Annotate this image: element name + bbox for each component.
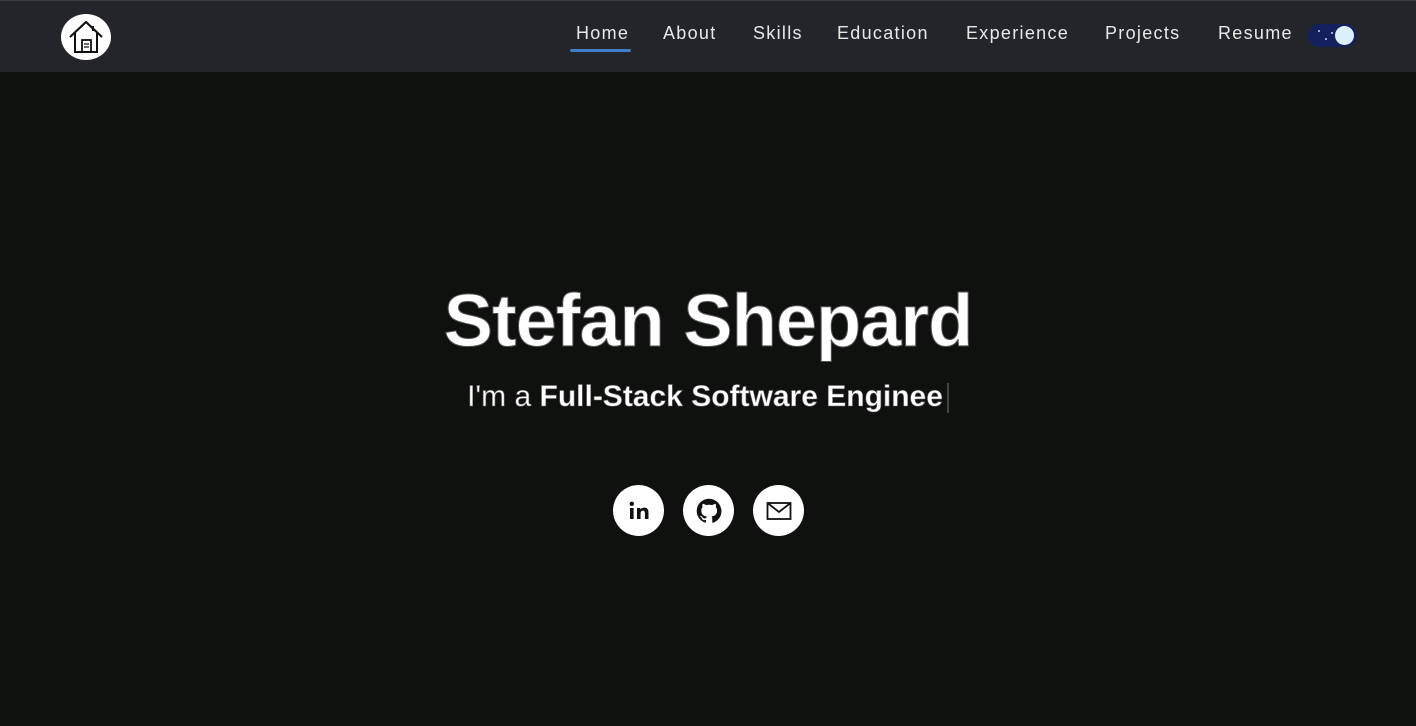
star-dot xyxy=(1331,32,1333,34)
subtitle-role: Full-Stack Software Enginee xyxy=(539,380,943,414)
navbar: Home About Skills Education Experience P… xyxy=(0,0,1416,72)
nav-resume[interactable]: Resume xyxy=(1218,23,1293,44)
nav-education[interactable]: Education xyxy=(837,23,929,44)
email-button[interactable] xyxy=(753,485,804,536)
hero-name: Stefan Shepard xyxy=(443,279,974,363)
toggle-knob xyxy=(1335,26,1354,45)
github-icon xyxy=(696,498,721,523)
nav-skills[interactable]: Skills xyxy=(753,23,803,44)
email-icon xyxy=(766,501,791,520)
linkedin-button[interactable] xyxy=(613,485,664,536)
github-button[interactable] xyxy=(683,485,734,536)
hero-subtitle: I'm a Full-Stack Software Enginee xyxy=(0,380,1416,414)
star-dot xyxy=(1325,38,1327,40)
linkedin-icon xyxy=(629,501,648,519)
nav-about[interactable]: About xyxy=(663,23,717,44)
nav-home[interactable]: Home xyxy=(569,23,632,52)
star-dot xyxy=(1318,30,1320,32)
home-logo[interactable] xyxy=(61,14,111,60)
nav-experience[interactable]: Experience xyxy=(966,23,1069,44)
theme-toggle[interactable] xyxy=(1308,24,1357,47)
nav-projects[interactable]: Projects xyxy=(1105,23,1180,44)
subtitle-prefix: I'm a xyxy=(467,380,540,414)
house-icon xyxy=(69,20,103,53)
typing-cursor xyxy=(946,383,949,414)
